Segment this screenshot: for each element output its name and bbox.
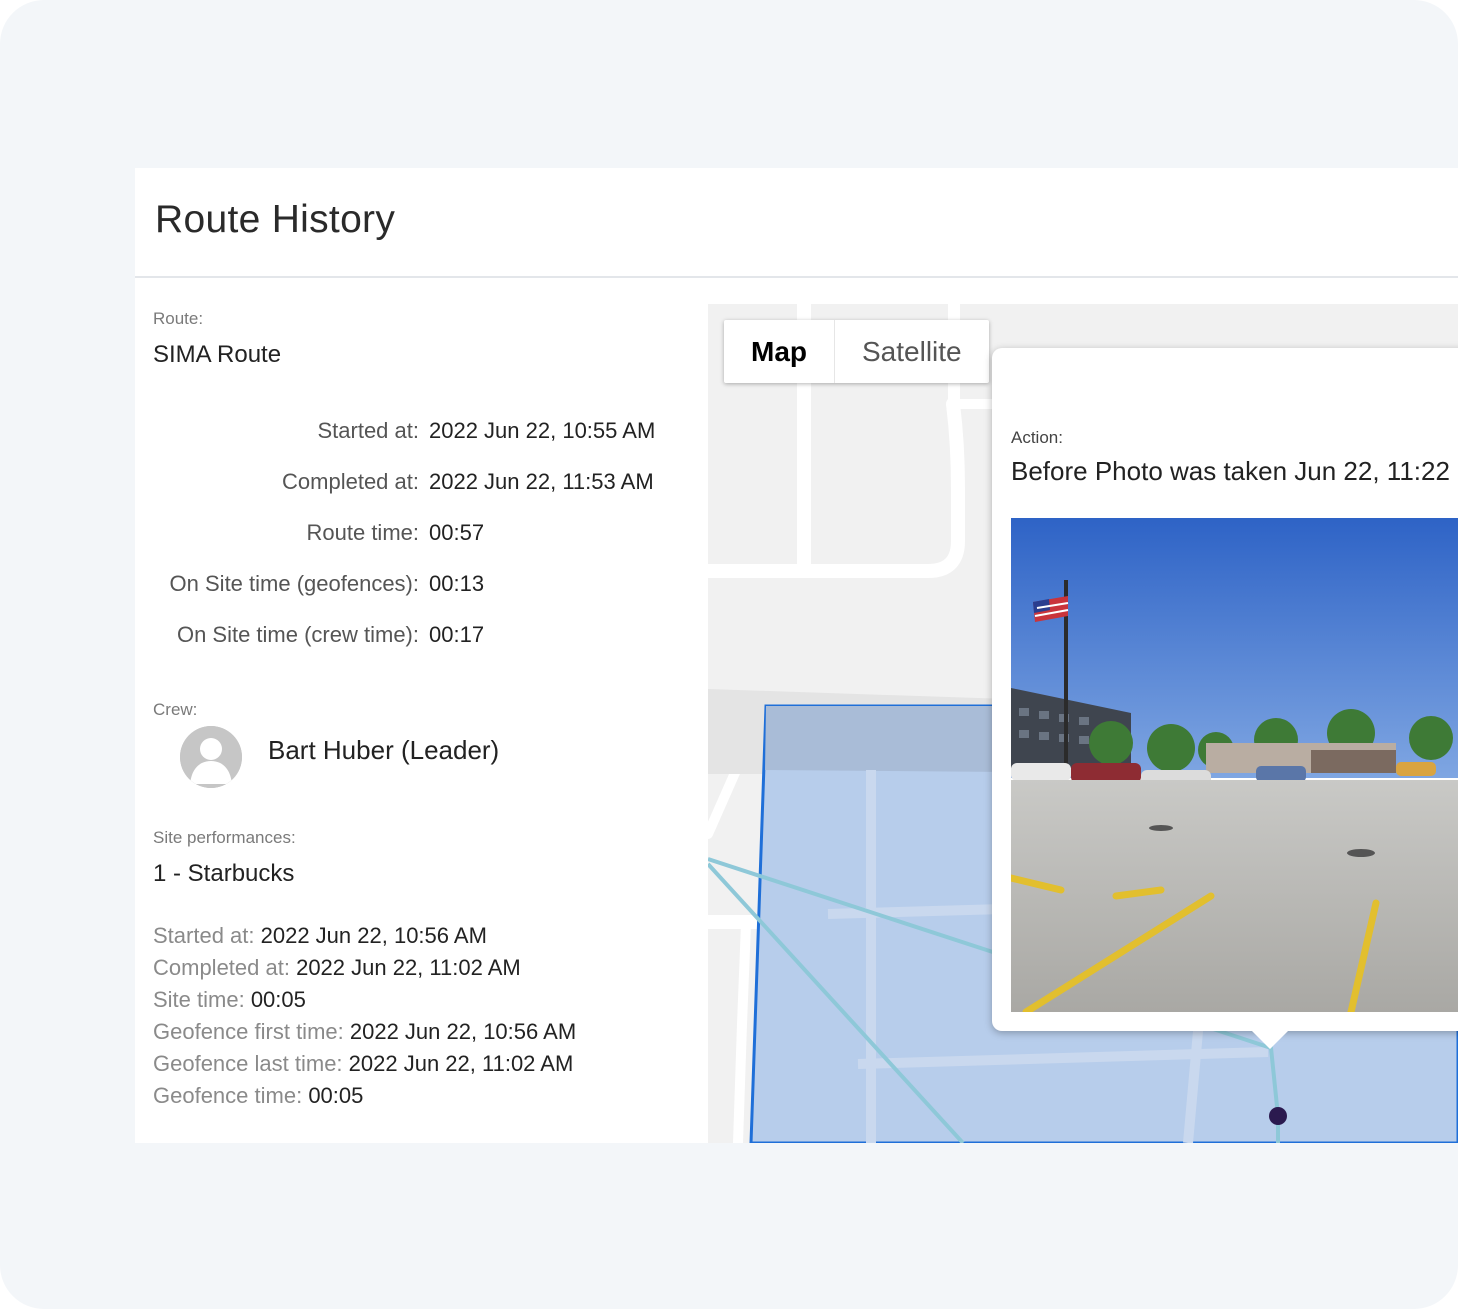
- site-performances-label: Site performances:: [153, 828, 296, 847]
- site-detail-value: 2022 Jun 22, 11:02 AM: [296, 955, 521, 980]
- page-title: Route History: [155, 198, 396, 241]
- site-detail-value: 00:05: [250, 987, 306, 1012]
- map-type-toggle: Map Satellite: [724, 320, 989, 383]
- stat-route-time: Route time: 00:57: [135, 520, 695, 550]
- action-label: Action:: [1011, 428, 1063, 447]
- route-map[interactable]: Map Satellite Action: Before Photo was t…: [708, 304, 1458, 1143]
- route-name: SIMA Route: [153, 341, 282, 368]
- stat-completed: Completed at: 2022 Jun 22, 11:53 AM: [135, 469, 695, 499]
- screen-frame: Route History Route: SIMA Route Started …: [0, 0, 1458, 1309]
- tab-map[interactable]: Map: [724, 320, 835, 383]
- geofence-first-time: Geofence first time: 2022 Jun 22, 10:56 …: [153, 1019, 576, 1045]
- route-info-panel: Route: SIMA Route Started at: 2022 Jun 2…: [135, 278, 708, 1143]
- stat-onsite-geofences: On Site time (geofences): 00:13: [135, 571, 695, 601]
- site-detail-value: 2022 Jun 22, 10:56 AM: [349, 1019, 577, 1044]
- site-detail-value: 2022 Jun 22, 11:02 AM: [348, 1051, 574, 1076]
- site-detail-label: Completed at:: [153, 955, 297, 980]
- site-detail-label: Started at:: [153, 923, 261, 948]
- crew-label: Crew:: [153, 700, 198, 719]
- site-completed: Completed at: 2022 Jun 22, 11:02 AM: [153, 955, 521, 981]
- stat-label: Started at:: [317, 418, 419, 443]
- stat-value: 00:57: [429, 520, 485, 545]
- route-history-card: Route History Route: SIMA Route Started …: [135, 168, 1458, 1143]
- stat-value: 00:17: [429, 622, 485, 647]
- stat-onsite-crew: On Site time (crew time): 00:17: [135, 622, 695, 652]
- site-started: Started at: 2022 Jun 22, 10:56 AM: [153, 923, 487, 949]
- stat-label: Completed at:: [282, 469, 419, 494]
- before-photo[interactable]: [1011, 518, 1458, 1012]
- site-name: 1 - Starbucks: [153, 860, 295, 887]
- site-detail-label: Geofence first time:: [153, 1019, 350, 1044]
- route-point-marker: [1269, 1107, 1287, 1125]
- stat-value: 2022 Jun 22, 10:55 AM: [429, 418, 656, 443]
- action-value: Before Photo was taken Jun 22, 11:22: [1011, 456, 1450, 486]
- crew-member-name: Bart Huber (Leader): [268, 735, 500, 765]
- info-window-pointer: [1252, 1031, 1288, 1049]
- stat-started: Started at: 2022 Jun 22, 10:55 AM: [135, 418, 695, 448]
- user-avatar-icon: [180, 726, 242, 788]
- site-detail-value: 2022 Jun 22, 10:56 AM: [260, 923, 487, 948]
- stat-label: On Site time (geofences):: [169, 571, 419, 596]
- stat-value: 00:13: [429, 571, 485, 596]
- site-time: Site time: 00:05: [153, 987, 306, 1013]
- geofence-last-time: Geofence last time: 2022 Jun 22, 11:02 A…: [153, 1051, 573, 1077]
- action-info-window: Action: Before Photo was taken Jun 22, 1…: [992, 348, 1458, 1049]
- card-header: Route History: [135, 168, 1458, 278]
- stat-label: Route time:: [306, 520, 420, 545]
- route-label: Route:: [153, 309, 204, 328]
- tab-satellite[interactable]: Satellite: [835, 320, 989, 383]
- site-detail-value: 00:05: [308, 1083, 364, 1108]
- site-detail-label: Geofence last time:: [153, 1051, 349, 1076]
- site-detail-label: Geofence time:: [153, 1083, 309, 1108]
- site-detail-label: Site time:: [153, 987, 251, 1012]
- geofence-time: Geofence time: 00:05: [153, 1083, 363, 1109]
- stat-value: 2022 Jun 22, 11:53 AM: [429, 469, 654, 494]
- stat-label: On Site time (crew time):: [176, 622, 419, 647]
